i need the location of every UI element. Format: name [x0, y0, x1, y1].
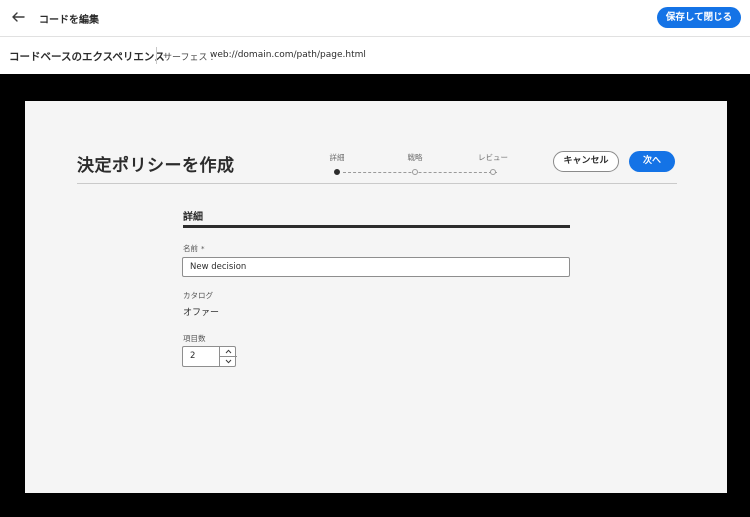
- experience-title: コードベースのエクスペリエンス: [9, 51, 165, 63]
- next-button[interactable]: 次へ: [629, 151, 675, 172]
- save-and-close-button[interactable]: 保存して閉じる: [657, 7, 741, 28]
- step-indicator: 詳細 戦略 レビュー: [307, 153, 543, 175]
- name-input[interactable]: New decision: [182, 257, 570, 277]
- cancel-button[interactable]: キャンセル: [553, 151, 619, 172]
- spin-buttons: [219, 347, 237, 367]
- header-divider: [77, 183, 677, 184]
- surface-label: サーフェス :: [163, 53, 214, 63]
- step-dot-active: [334, 169, 340, 175]
- page-title: コードを編集: [39, 15, 99, 26]
- name-label-text: 名前: [183, 244, 198, 253]
- header-divider: [156, 47, 157, 64]
- step-details[interactable]: 詳細: [307, 153, 367, 175]
- create-decision-policy-dialog: 決定ポリシーを作成 詳細 戦略 レビュー キャンセル 次へ 詳細 名前 * New…: [25, 101, 727, 493]
- item-count-stepper[interactable]: 2: [182, 346, 237, 367]
- item-count-label: 項目数: [183, 334, 206, 343]
- required-mark: *: [201, 245, 205, 253]
- step-dot: [490, 169, 496, 175]
- step-label: レビュー: [478, 153, 508, 162]
- surface-value: web://domain.com/path/page.html: [210, 50, 366, 60]
- section-underline: [183, 225, 570, 228]
- dialog-title: 決定ポリシーを作成: [77, 156, 235, 176]
- step-label: 戦略: [407, 153, 423, 162]
- chevron-up-icon[interactable]: [220, 347, 237, 357]
- step-strategy[interactable]: 戦略: [385, 153, 445, 175]
- catalog-label: カタログ: [183, 291, 213, 300]
- arrow-left-icon[interactable]: [10, 9, 26, 25]
- step-connector: [343, 172, 497, 173]
- catalog-value: オファー: [183, 308, 220, 318]
- section-title: 詳細: [183, 212, 203, 223]
- chevron-down-icon[interactable]: [220, 357, 237, 367]
- name-label: 名前 *: [183, 243, 205, 254]
- step-label: 詳細: [329, 153, 345, 162]
- experience-header: コードベースのエクスペリエンス サーフェス : web://domain.com…: [0, 37, 750, 74]
- top-bar: コードを編集 保存して閉じる: [0, 0, 750, 37]
- step-review[interactable]: レビュー: [463, 153, 523, 175]
- item-count-value[interactable]: 2: [190, 351, 195, 361]
- step-dot: [412, 169, 418, 175]
